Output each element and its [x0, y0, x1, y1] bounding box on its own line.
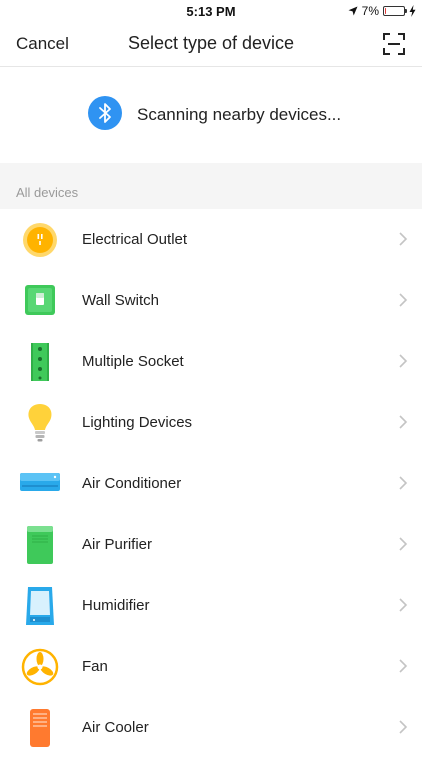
device-item-electrical-outlet[interactable]: Electrical Outlet — [0, 209, 422, 270]
air-purifier-icon — [27, 526, 53, 564]
scan-qr-icon[interactable] — [382, 32, 406, 56]
device-item-lighting-devices[interactable]: Lighting Devices — [0, 392, 422, 453]
device-item-fan[interactable]: Fan — [0, 636, 422, 697]
device-item-air-purifier[interactable]: Air Purifier — [0, 514, 422, 575]
device-list: Electrical Outlet Wall Switch Multiple S… — [0, 209, 422, 758]
device-item-multiple-socket[interactable]: Multiple Socket — [0, 331, 422, 392]
chevron-right-icon — [399, 537, 408, 551]
chevron-right-icon — [399, 476, 408, 490]
device-item-air-cooler[interactable]: Air Cooler — [0, 697, 422, 758]
scanning-text: Scanning nearby devices... — [137, 105, 342, 124]
device-label: Wall Switch — [82, 292, 159, 309]
nav-bar: Cancel Select type of device — [0, 22, 422, 67]
device-label: Multiple Socket — [82, 353, 184, 370]
chevron-right-icon — [399, 232, 408, 246]
device-item-air-conditioner[interactable]: Air Conditioner — [0, 453, 422, 514]
location-arrow-icon — [348, 6, 358, 16]
status-indicators: 7% — [348, 4, 416, 18]
chevron-right-icon — [399, 293, 408, 307]
chevron-right-icon — [399, 598, 408, 612]
device-label: Air Cooler — [82, 719, 149, 736]
light-bulb-icon — [28, 404, 52, 442]
page-title: Select type of device — [127, 33, 295, 53]
device-item-humidifier[interactable]: Humidifier — [0, 575, 422, 636]
air-cooler-icon — [30, 709, 50, 747]
bluetooth-icon — [88, 96, 122, 130]
device-label: Air Conditioner — [82, 475, 182, 492]
status-bar: 5:13 PM 7% — [0, 0, 422, 22]
multiple-socket-icon — [31, 343, 49, 381]
battery-level — [385, 8, 386, 14]
humidifier-icon — [26, 587, 54, 625]
wall-switch-icon — [25, 285, 55, 315]
chevron-right-icon — [399, 415, 408, 429]
scanning-status: Scanning nearby devices... — [0, 67, 422, 163]
charging-bolt-icon — [409, 5, 416, 17]
device-item-wall-switch[interactable]: Wall Switch — [0, 270, 422, 331]
chevron-right-icon — [399, 659, 408, 673]
device-label: Fan — [82, 658, 108, 675]
battery-icon — [383, 6, 407, 16]
device-label: Air Purifier — [82, 536, 153, 553]
battery-percent: 7% — [361, 4, 379, 18]
chevron-right-icon — [399, 720, 408, 734]
section-header: All devices — [0, 163, 422, 209]
air-conditioner-icon — [20, 473, 60, 491]
fan-icon — [21, 648, 59, 686]
device-label: Humidifier — [82, 597, 150, 614]
device-label: Lighting Devices — [82, 414, 193, 431]
electrical-outlet-icon — [23, 223, 57, 257]
chevron-right-icon — [399, 354, 408, 368]
device-label: Electrical Outlet — [82, 231, 188, 248]
section-title: All devices — [16, 185, 79, 200]
